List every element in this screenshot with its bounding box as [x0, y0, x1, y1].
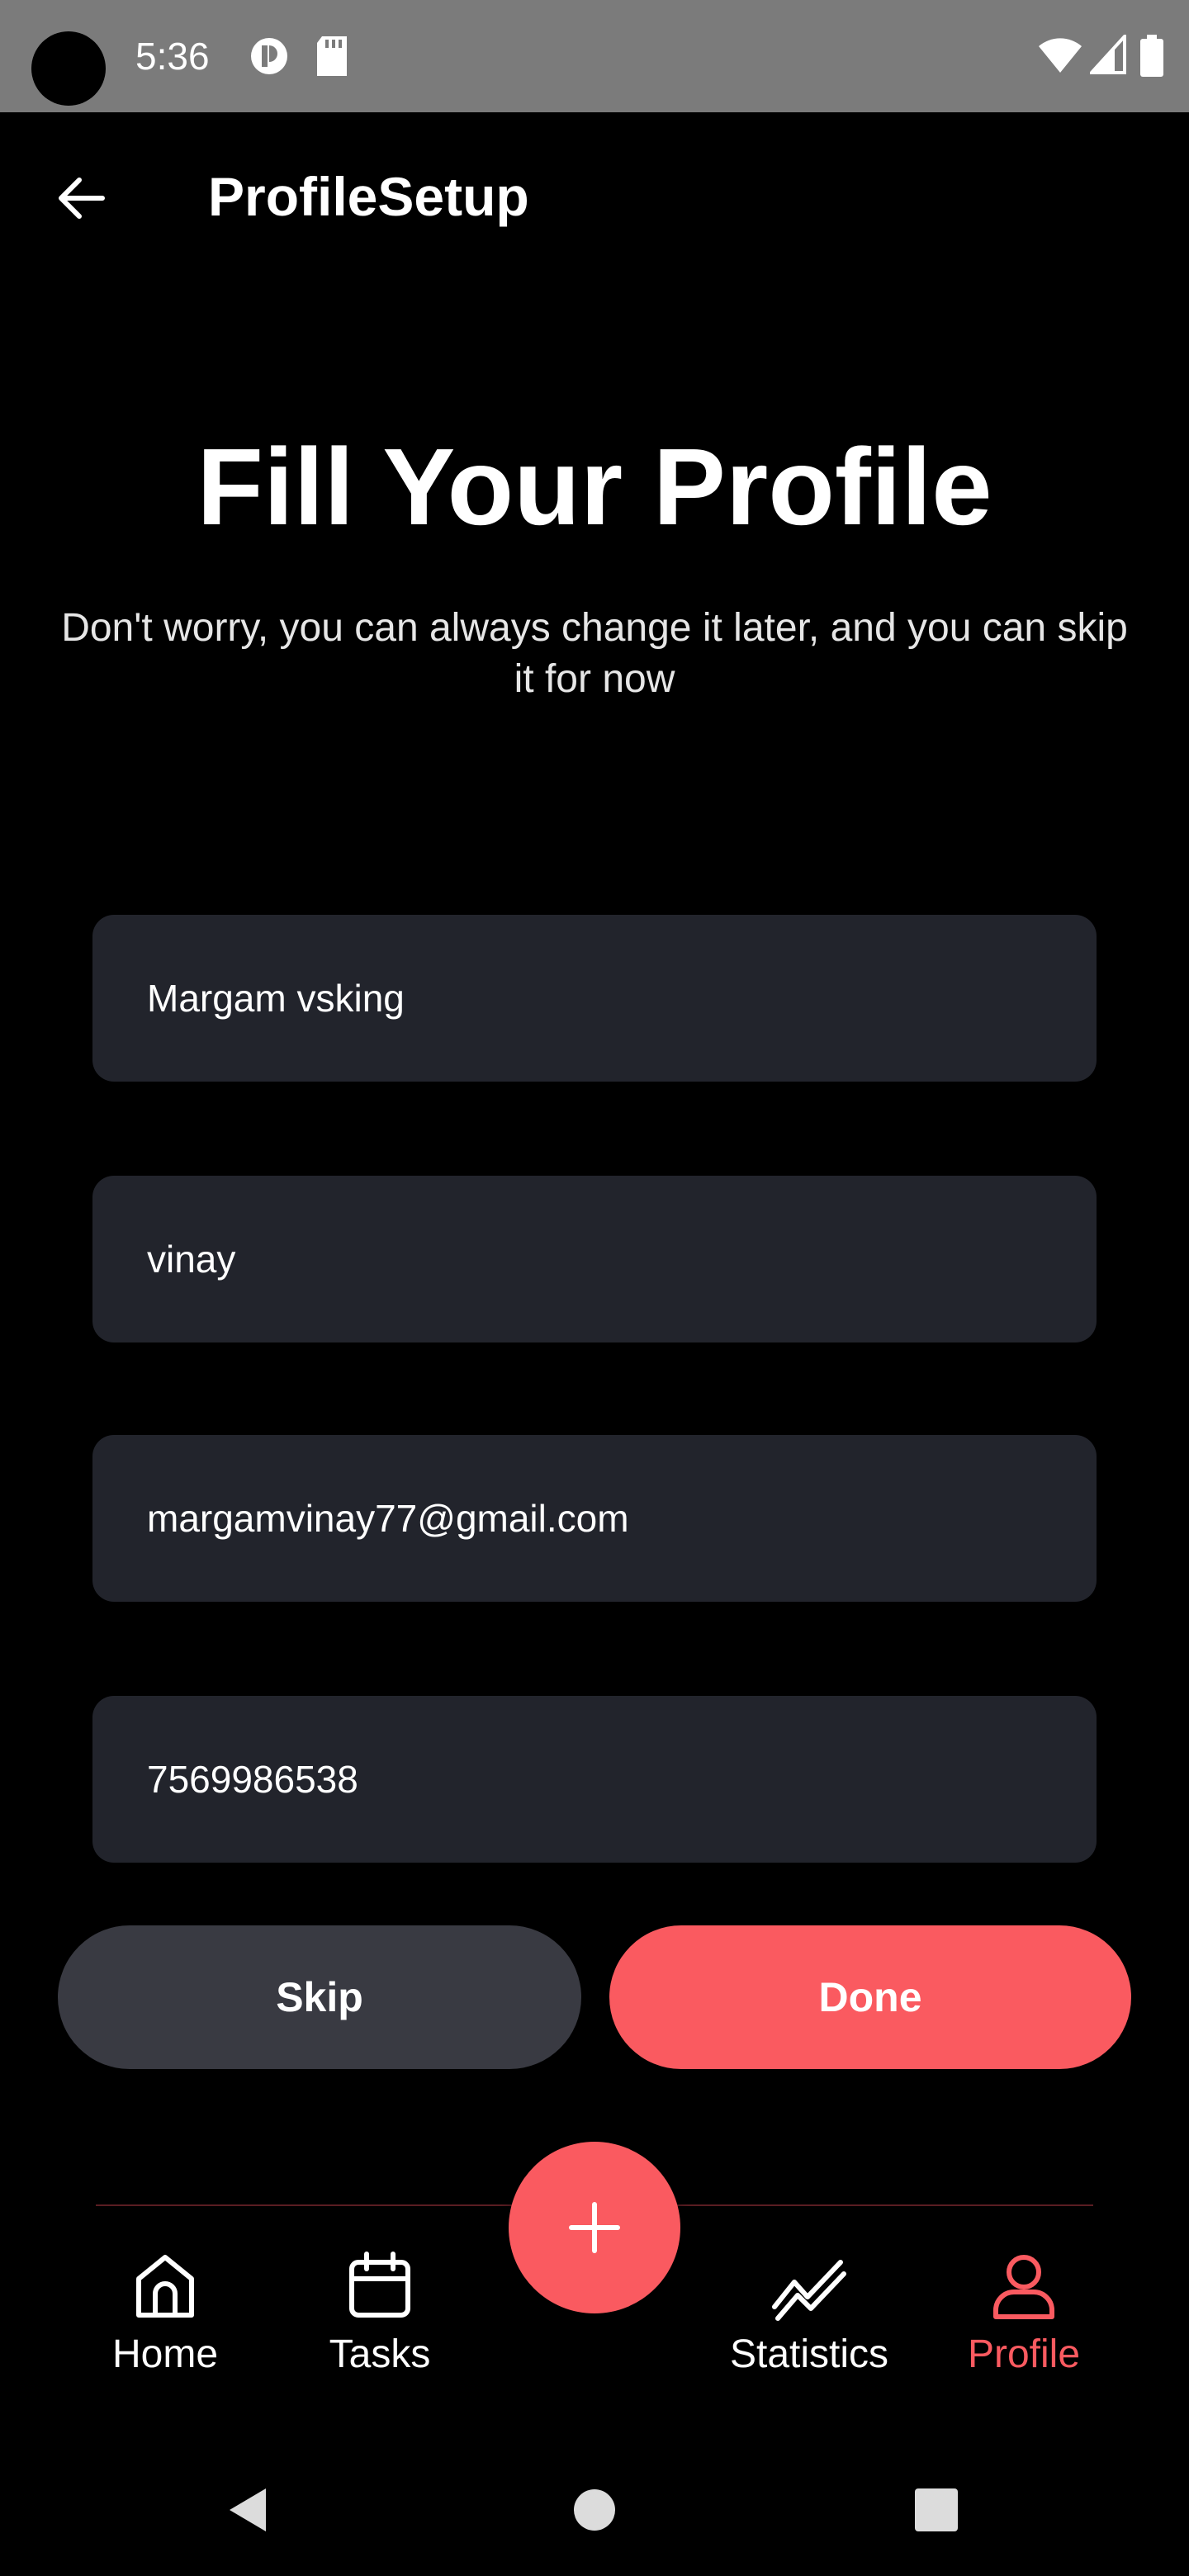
square-recents-icon: [915, 2488, 958, 2531]
email-value: margamvinay77@gmail.com: [147, 1497, 629, 1540]
wifi-icon: [1039, 38, 1082, 73]
nav-label-statistics: Statistics: [729, 2332, 889, 2376]
plus-icon: [569, 2202, 620, 2253]
nav-item-tasks[interactable]: Tasks: [289, 2246, 471, 2386]
profile-setup-screen: 5:36 ProfileSetup Fill Your Profile Don'…: [0, 0, 1189, 2576]
status-bar: 5:36: [0, 0, 1189, 112]
triangle-back-icon: [230, 2488, 266, 2531]
app-bar: ProfileSetup: [0, 112, 1189, 277]
system-navigation-bar: [0, 2444, 1189, 2576]
home-icon: [136, 2255, 194, 2318]
sd-card-icon: [317, 36, 347, 76]
status-time: 5:36: [135, 35, 210, 78]
chart-line-icon: [772, 2260, 846, 2321]
nickname-value: vinay: [147, 1238, 236, 1281]
nickname-field[interactable]: vinay: [92, 1176, 1097, 1342]
skip-button[interactable]: Skip: [58, 1925, 581, 2069]
nav-item-profile[interactable]: Profile: [933, 2246, 1115, 2386]
phone-value: 7569986538: [147, 1758, 358, 1801]
battery-icon: [1140, 35, 1163, 77]
page-title: Fill Your Profile: [197, 426, 992, 547]
add-task-button[interactable]: [509, 2142, 680, 2313]
system-recents-button[interactable]: [903, 2477, 969, 2543]
back-button[interactable]: [41, 159, 121, 238]
page-subtitle: Don't worry, you can always change it la…: [61, 606, 1128, 701]
full-name-value: Margam vsking: [147, 977, 405, 1020]
system-home-button[interactable]: [561, 2477, 628, 2543]
signal-icon: [1090, 35, 1126, 74]
nav-label-home: Home: [111, 2332, 219, 2376]
nav-label-tasks: Tasks: [329, 2332, 431, 2376]
done-button[interactable]: Done: [609, 1925, 1131, 2069]
phone-field[interactable]: 7569986538: [92, 1696, 1097, 1863]
user-icon: [993, 2255, 1054, 2319]
nav-label-profile: Profile: [967, 2332, 1081, 2376]
app-bar-title: ProfileSetup: [208, 166, 529, 227]
arrow-left-icon: [59, 178, 105, 219]
full-name-field[interactable]: Margam vsking: [92, 915, 1097, 1082]
circle-home-icon: [574, 2489, 615, 2531]
calendar-icon: [349, 2252, 410, 2318]
system-back-button[interactable]: [216, 2477, 282, 2543]
notification-app-icon: [251, 38, 287, 74]
nav-item-statistics[interactable]: Statistics: [718, 2246, 900, 2386]
nav-item-home[interactable]: Home: [74, 2246, 256, 2386]
camera-cutout: [31, 31, 106, 106]
email-field[interactable]: margamvinay77@gmail.com: [92, 1435, 1097, 1602]
